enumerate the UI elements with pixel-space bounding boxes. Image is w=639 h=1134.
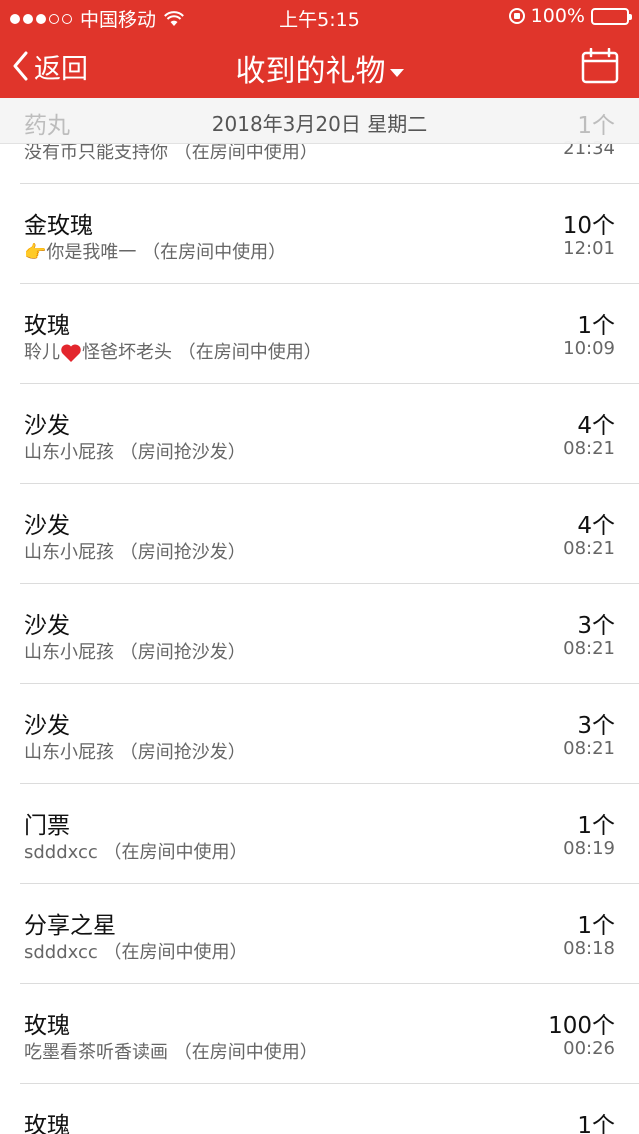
sender-label: 山东小屁孩 （房间抢沙发）	[24, 542, 246, 563]
list-item[interactable]: 沙发 山东小屁孩 （房间抢沙发） 4个 08:21	[20, 484, 639, 584]
quantity-label: 1个	[577, 313, 615, 339]
date-label: 2018年3月20日 星期二	[211, 112, 428, 136]
quantity-label: 100个	[548, 1013, 615, 1039]
sender-label: sdddxcc （在房间中使用）	[24, 842, 248, 863]
sender-label: 山东小屁孩 （房间抢沙发）	[24, 742, 246, 763]
quantity-label: 4个	[577, 513, 615, 539]
sender-name-part: 怪爸坏老头 （在房间中使用）	[82, 342, 322, 363]
gift-name: 分享之星	[24, 913, 116, 939]
time-label: 08:21	[563, 538, 615, 559]
battery-percent: 100%	[530, 5, 585, 27]
quantity-label: 3个	[577, 613, 615, 639]
list-item[interactable]: 沙发 山东小屁孩 （房间抢沙发） 4个 08:21	[20, 384, 639, 484]
gift-name: 玫瑰	[24, 313, 70, 339]
sender-label: 山东小屁孩 （房间抢沙发）	[24, 642, 246, 663]
list-item[interactable]: 金玫瑰 👉你是我唯一 （在房间中使用） 10个 12:01	[20, 184, 639, 284]
heart-icon	[61, 344, 81, 362]
quantity-label: 3个	[577, 713, 615, 739]
time-label: 08:21	[563, 438, 615, 459]
list-item[interactable]: 沙发 山东小屁孩 （房间抢沙发） 3个 08:21	[20, 684, 639, 784]
list-item[interactable]: 沙发 山东小屁孩 （房间抢沙发） 3个 08:21	[20, 584, 639, 684]
gift-name: 沙发	[24, 713, 70, 739]
sender-label: 吃墨看茶听香读画 （在房间中使用）	[24, 1042, 318, 1063]
calendar-icon[interactable]	[581, 48, 619, 84]
quantity-label: 1个	[577, 1113, 615, 1134]
faded-quantity: 1个	[577, 113, 615, 139]
quantity-label: 10个	[562, 213, 615, 239]
quantity-label: 1个	[577, 813, 615, 839]
time-label: 12:01	[563, 238, 615, 259]
gift-name: 沙发	[24, 613, 70, 639]
time-label: 08:19	[563, 838, 615, 859]
gift-name: 沙发	[24, 513, 70, 539]
sender-label: sdddxcc （在房间中使用）	[24, 942, 248, 963]
quantity-label: 4个	[577, 413, 615, 439]
sender-name-part: 聆儿	[24, 342, 60, 363]
date-section-header: 药丸 2018年3月20日 星期二 1个	[0, 98, 639, 144]
gift-list[interactable]: 没有币只能支持你 （在房间中使用） 21:34 金玫瑰 👉你是我唯一 （在房间中…	[0, 98, 639, 1134]
list-item[interactable]: 玫瑰 吃墨看茶听香读画 （在房间中使用） 100个 00:26	[20, 984, 639, 1084]
gift-name: 玫瑰	[24, 1013, 70, 1039]
sender-label: 山东小屁孩 （房间抢沙发）	[24, 442, 246, 463]
title-dropdown[interactable]: 收到的礼物	[0, 46, 639, 90]
time-label: 08:21	[563, 638, 615, 659]
time-label: 08:21	[563, 738, 615, 759]
time-label: 08:18	[563, 938, 615, 959]
list-item[interactable]: 门票 sdddxcc （在房间中使用） 1个 08:19	[20, 784, 639, 884]
sender-label: 聆儿 怪爸坏老头 （在房间中使用）	[24, 338, 322, 364]
list-item[interactable]: 分享之星 sdddxcc （在房间中使用） 1个 08:18	[20, 884, 639, 984]
gift-name: 门票	[24, 813, 70, 839]
gift-name: 玫瑰	[24, 1113, 70, 1134]
nav-bar: 返回 收到的礼物	[0, 34, 639, 98]
battery-icon	[591, 7, 632, 25]
rotation-lock-icon	[508, 8, 525, 24]
status-right: 100%	[508, 5, 632, 27]
quantity-label: 1个	[577, 913, 615, 939]
list-item[interactable]: 玫瑰 1个	[20, 1084, 639, 1134]
time-label: 00:26	[563, 1038, 615, 1059]
gift-name: 沙发	[24, 413, 70, 439]
caret-down-icon	[389, 68, 404, 77]
sender-label: 👉你是我唯一 （在房间中使用）	[24, 242, 287, 263]
list-item[interactable]: 玫瑰 聆儿 怪爸坏老头 （在房间中使用） 1个 10:09	[20, 284, 639, 384]
gift-name: 金玫瑰	[24, 213, 93, 239]
page-title: 收到的礼物	[235, 54, 386, 89]
time-label: 10:09	[563, 338, 615, 359]
status-bar: 中国移动 上午5:15 100%	[0, 0, 639, 34]
